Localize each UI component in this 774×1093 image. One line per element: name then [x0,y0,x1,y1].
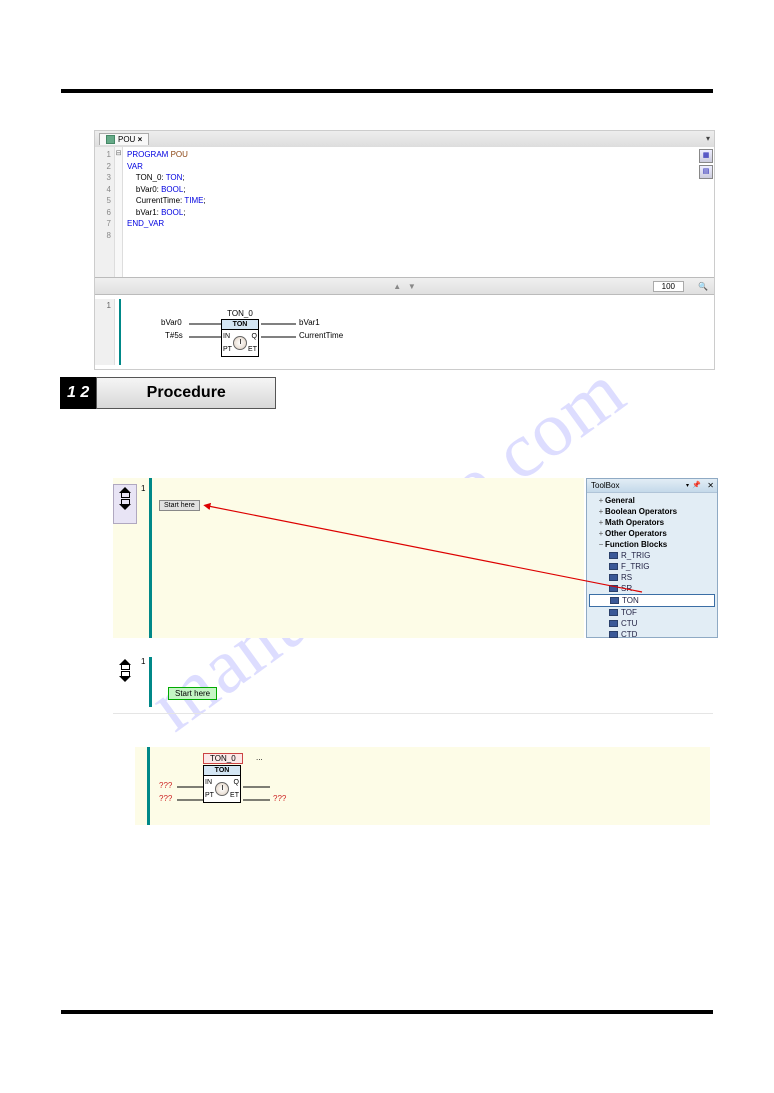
clock-icon [233,336,247,350]
side-icon-column: ▦ ▤ [699,149,713,181]
toolbox-close-icon[interactable]: ✕ [707,481,714,490]
move-up-icon[interactable] [117,487,133,497]
network-order-gutter-2 [113,657,137,707]
input-pt-var[interactable]: T#5s [165,331,183,340]
fbd-canvas-step2[interactable]: 1 Start here [113,657,713,712]
zoom-search-icon[interactable]: 🔍 [698,282,708,291]
ton-name-picker-icon[interactable]: ... [256,753,263,762]
move-down-icon[interactable] [117,499,133,509]
start-here-placeholder[interactable]: Start here [159,500,200,511]
fb-icon [609,609,618,616]
toolbox-item-tof[interactable]: TOF [589,607,715,618]
toolbox-item-ftrig[interactable]: F_TRIG [589,561,715,572]
toolbox-menu-icon[interactable]: ▾ [686,482,689,489]
side-icon-1[interactable]: ▦ [699,149,713,163]
toolbox-tree[interactable]: +General +Boolean Operators +Math Operat… [587,493,717,642]
page-top-rule [61,89,713,93]
procedure-label: Procedure [96,377,276,409]
port-pt: PT [223,346,232,353]
toolbox-group-general[interactable]: +General [589,495,715,506]
network-order-gutter [113,484,137,524]
procedure-header: 1 2 Procedure [60,377,276,409]
fbd-gutter: 1 [95,299,115,365]
move-up-icon[interactable] [117,659,133,669]
fbd-drop-canvas[interactable]: 1 Start here [113,478,584,638]
port-et-3: ET [230,792,239,799]
tab-dropdown-icon[interactable]: ▾ [706,134,710,143]
page-bottom-rule [61,1010,713,1014]
input-pt-placeholder[interactable]: ??? [159,794,172,803]
splitter-handle-icon[interactable]: ▲ ▼ [393,282,416,291]
zoom-value[interactable]: 100 [653,281,684,292]
toolbox-pin-icon[interactable]: 📌 [692,481,701,489]
port-pt-3: PT [205,792,214,799]
inserted-ton-block[interactable]: TON_0 ... TON IN PT Q ET [203,753,243,803]
toolbox-item-rtrig[interactable]: R_TRIG [589,550,715,561]
fb-icon [609,552,618,559]
start-here-active[interactable]: Start here [168,687,217,700]
pou-tab-icon [106,135,115,144]
code-editor-window: POU × ▾ 12345678 ⊟ PROGRAM POU VAR TON_0… [94,130,715,370]
network-rail-2 [149,657,152,707]
toolbox-group-boolean[interactable]: +Boolean Operators [589,506,715,517]
output-et-var[interactable]: CurrentTime [299,331,343,340]
toolbox-group-other[interactable]: +Other Operators [589,528,715,539]
move-down-icon[interactable] [117,671,133,681]
fb-icon [609,574,618,581]
editor-tab-bar: POU × ▾ [95,131,714,147]
fb-icon [609,585,618,592]
port-q: Q [252,333,257,340]
toolbox-group-math[interactable]: +Math Operators [589,517,715,528]
fb-icon [609,620,618,627]
network-number: 1 [141,484,145,493]
input-in-var[interactable]: bVar0 [161,318,182,327]
toolbox-item-sr[interactable]: SR [589,583,715,594]
fbd-wires [161,299,391,359]
toolbox-item-rs[interactable]: RS [589,572,715,583]
clock-icon [215,782,229,796]
editor-tab-pou[interactable]: POU × [99,133,149,145]
fbd-network-area[interactable]: 1 bVar0 T#5s bVar1 CurrentTime TON_0 TON… [95,294,714,369]
code-area[interactable]: 12345678 ⊟ PROGRAM POU VAR TON_0: TON; b… [95,147,714,277]
toolbox-item-ton[interactable]: TON [589,594,715,607]
network-rail [149,478,152,638]
ton-instance-name[interactable]: TON_0 [221,309,259,318]
section-divider [113,713,713,714]
network-number-2: 1 [141,657,145,666]
port-in: IN [223,333,230,340]
toolbox-title-bar[interactable]: ToolBox ▾ 📌 ✕ [587,479,717,493]
input-in-placeholder[interactable]: ??? [159,781,172,790]
line-number-gutter: 12345678 [95,147,115,277]
fb-icon [610,597,619,604]
toolbox-item-ctd[interactable]: CTD [589,629,715,640]
procedure-number: 1 2 [60,377,96,409]
toolbox-group-fb[interactable]: −Function Blocks [589,539,715,550]
side-icon-2[interactable]: ▤ [699,165,713,179]
ton-type-header: TON [222,320,258,330]
fbd-canvas-step3[interactable]: ??? ??? ??? TON_0 ... TON IN PT Q ET [135,747,710,825]
fbd-power-rail [119,299,121,365]
port-et: ET [248,346,257,353]
ton-type-header-3: TON [204,766,240,776]
tab-close-icon[interactable]: × [138,135,143,144]
output-et-placeholder[interactable]: ??? [273,794,286,803]
code-text[interactable]: PROGRAM POU VAR TON_0: TON; bVar0: BOOL;… [123,147,696,277]
fb-icon [609,631,618,638]
ton-name-editor[interactable]: TON_0 [203,753,243,764]
fb-icon [609,563,618,570]
status-bar: ▲ ▼ 100 🔍 [95,277,714,294]
fold-gutter[interactable]: ⊟ [115,147,123,277]
ton-block[interactable]: TON_0 TON IN PT Q ET [221,309,259,357]
toolbox-item-ctu[interactable]: CTU [589,618,715,629]
port-q-3: Q [234,779,239,786]
toolbox-panel: ToolBox ▾ 📌 ✕ +General +Boolean Operator… [586,478,718,638]
output-q-var[interactable]: bVar1 [299,318,320,327]
port-in-3: IN [205,779,212,786]
